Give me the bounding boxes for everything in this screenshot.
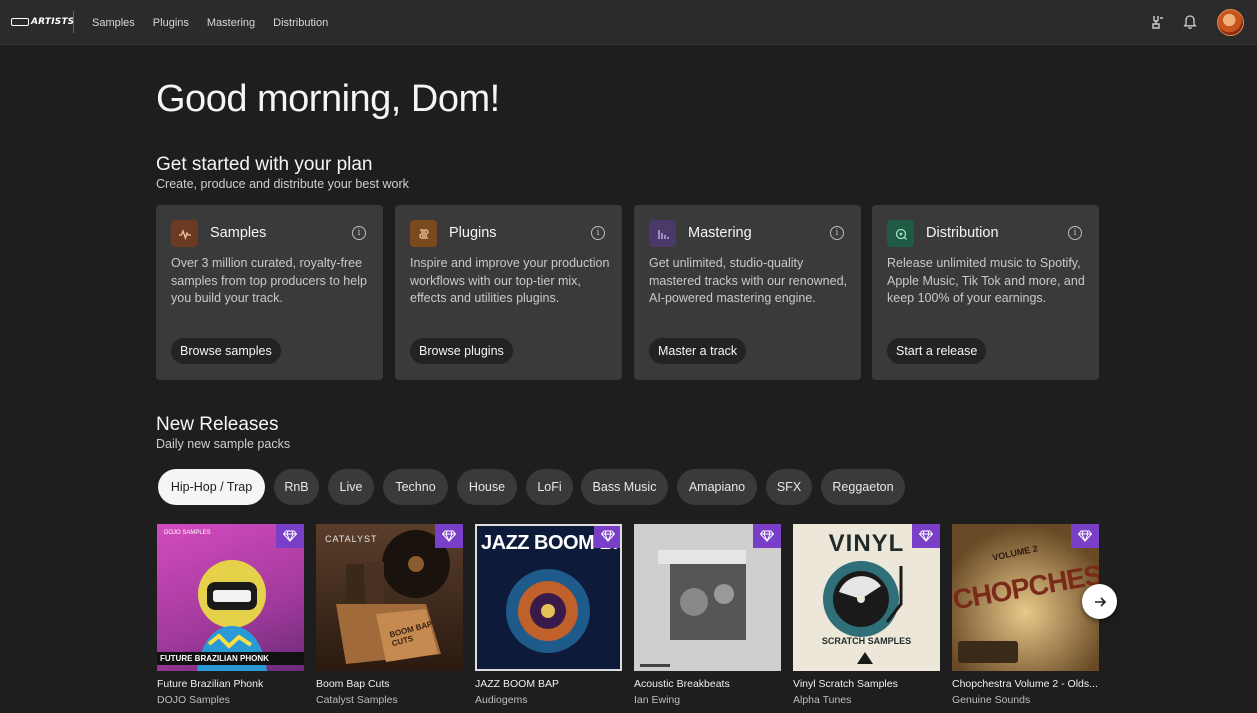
pack-label[interactable]: Audiogems [475, 694, 622, 706]
waveform-icon [171, 220, 198, 247]
distribution-icon [887, 220, 914, 247]
pack-label[interactable]: Genuine Sounds [952, 694, 1099, 706]
logo[interactable]: ARTISTS [11, 15, 74, 29]
premium-gem-icon [753, 524, 781, 548]
cassette-illustration [958, 641, 1018, 663]
pack-cover[interactable] [634, 524, 781, 671]
page-title: Good morning, Dom! [156, 78, 500, 120]
tuning-fork-icon[interactable] [1150, 14, 1166, 30]
pack-tile[interactable]: DOJO SAMPLES FUTURE BRAZILIAN PHONK Futu… [157, 524, 304, 706]
bell-icon[interactable] [1182, 14, 1198, 30]
premium-gem-icon [435, 524, 463, 548]
pack-art-title: CHOPCHESTRA [952, 549, 1099, 616]
pack-badge: SCRATCH SAMPLES [821, 636, 912, 646]
pack-label[interactable]: Alpha Tunes [793, 694, 940, 706]
releases-subtitle: Daily new sample packs [156, 437, 291, 451]
nav-samples[interactable]: Samples [92, 17, 135, 29]
genre-pill-hiphop[interactable]: Hip-Hop / Trap [158, 469, 265, 505]
premium-gem-icon [594, 526, 620, 548]
pack-name[interactable]: Chopchestra Volume 2 - Olds... [952, 678, 1099, 690]
card-mastering: Mastering i Get unlimited, studio-qualit… [634, 205, 861, 380]
card-description: Get unlimited, studio-quality mastered t… [649, 256, 848, 306]
pack-tile[interactable]: JAZZ BOOM BAP JAZZ BOOM BAP Audiogems [475, 524, 622, 706]
card-description: Inspire and improve your production work… [410, 256, 610, 306]
pack-name[interactable]: JAZZ BOOM BAP [475, 678, 622, 690]
card-title: Plugins [449, 225, 497, 241]
start-release-button[interactable]: Start a release [887, 338, 987, 364]
genre-pill-house[interactable]: House [457, 469, 517, 505]
pack-name[interactable]: Future Brazilian Phonk [157, 678, 304, 690]
pack-label[interactable]: DOJO Samples [157, 694, 304, 706]
pack-name[interactable]: Vinyl Scratch Samples [793, 678, 940, 690]
plugin-icon [410, 220, 437, 247]
pack-tile[interactable]: CATALYST BOOM BAP CUTS Boom Bap Cuts Cat… [316, 524, 463, 706]
genre-pill-amapiano[interactable]: Amapiano [677, 469, 757, 505]
nav-mastering[interactable]: Mastering [207, 17, 255, 29]
avatar[interactable] [1217, 9, 1244, 36]
pack-name[interactable]: Boom Bap Cuts [316, 678, 463, 690]
genre-pill-live[interactable]: Live [328, 469, 374, 505]
premium-gem-icon [276, 524, 304, 548]
pack-cover[interactable]: CHOPCHESTRA VOLUME 2 [952, 524, 1099, 671]
premium-gem-icon [912, 524, 940, 548]
info-icon[interactable]: i [830, 226, 844, 240]
pack-cover[interactable]: CATALYST BOOM BAP CUTS [316, 524, 463, 671]
pack-tile[interactable]: VINYL SCRATCH SAMPLES Vinyl Scratch Samp… [793, 524, 940, 706]
pack-badge: VOLUME 2 [991, 543, 1039, 563]
premium-gem-icon [1071, 524, 1099, 548]
genre-pill-rnb[interactable]: RnB [274, 469, 319, 505]
bars-icon [649, 220, 676, 247]
pack-label[interactable]: Catalyst Samples [316, 694, 463, 706]
card-description: Release unlimited music to Spotify, Appl… [887, 256, 1085, 306]
card-samples: Samples i Over 3 million curated, royalt… [156, 205, 383, 380]
genre-pill-reggaeton[interactable]: Reggaeton [821, 469, 905, 505]
browse-plugins-button[interactable]: Browse plugins [410, 338, 513, 364]
genre-pill-sfx[interactable]: SFX [766, 469, 812, 505]
genre-pill-techno[interactable]: Techno [383, 469, 448, 505]
pack-tile[interactable]: Acoustic Breakbeats Ian Ewing [634, 524, 781, 706]
info-icon[interactable]: i [591, 226, 605, 240]
plan-title: Get started with your plan [156, 154, 373, 175]
browse-samples-button[interactable]: Browse samples [171, 338, 281, 364]
pack-cover[interactable]: VINYL SCRATCH SAMPLES [793, 524, 940, 671]
pack-cover[interactable]: JAZZ BOOM BAP [475, 524, 622, 671]
pack-badge: DOJO SAMPLES [164, 530, 211, 536]
nav-distribution[interactable]: Distribution [273, 17, 328, 29]
card-title: Samples [210, 225, 267, 241]
pack-badge: CATALYST [325, 534, 378, 544]
arrow-right-icon [1094, 596, 1106, 607]
pack-art-title: FUTURE BRAZILIAN PHONK [157, 652, 304, 665]
pack-name[interactable]: Acoustic Breakbeats [634, 678, 781, 690]
plan-subtitle: Create, produce and distribute your best… [156, 177, 409, 191]
logo-text: ARTISTS [31, 17, 75, 27]
card-title: Distribution [926, 225, 999, 241]
info-icon[interactable]: i [1068, 226, 1082, 240]
card-plugins: Plugins i Inspire and improve your produ… [395, 205, 622, 380]
nav-plugins[interactable]: Plugins [153, 17, 189, 29]
info-icon[interactable]: i [352, 226, 366, 240]
top-bar: ARTISTS Samples Plugins Mastering Distri… [0, 0, 1257, 45]
pack-cover[interactable]: DOJO SAMPLES FUTURE BRAZILIAN PHONK [157, 524, 304, 671]
carousel-next-button[interactable] [1082, 584, 1117, 619]
card-title: Mastering [688, 225, 752, 241]
main-nav: Samples Plugins Mastering Distribution [92, 0, 328, 45]
logo-mark-icon [11, 18, 29, 26]
card-description: Over 3 million curated, royalty-free sam… [171, 256, 367, 306]
genre-pill-bass-music[interactable]: Bass Music [581, 469, 668, 505]
genre-pill-lofi[interactable]: LoFi [526, 469, 573, 505]
divider [73, 11, 74, 33]
pack-label[interactable]: Ian Ewing [634, 694, 781, 706]
releases-title: New Releases [156, 414, 279, 435]
pack-tile[interactable]: CHOPCHESTRA VOLUME 2 Chopchestra Volume … [952, 524, 1099, 706]
card-distribution: Distribution i Release unlimited music t… [872, 205, 1099, 380]
master-track-button[interactable]: Master a track [649, 338, 747, 364]
